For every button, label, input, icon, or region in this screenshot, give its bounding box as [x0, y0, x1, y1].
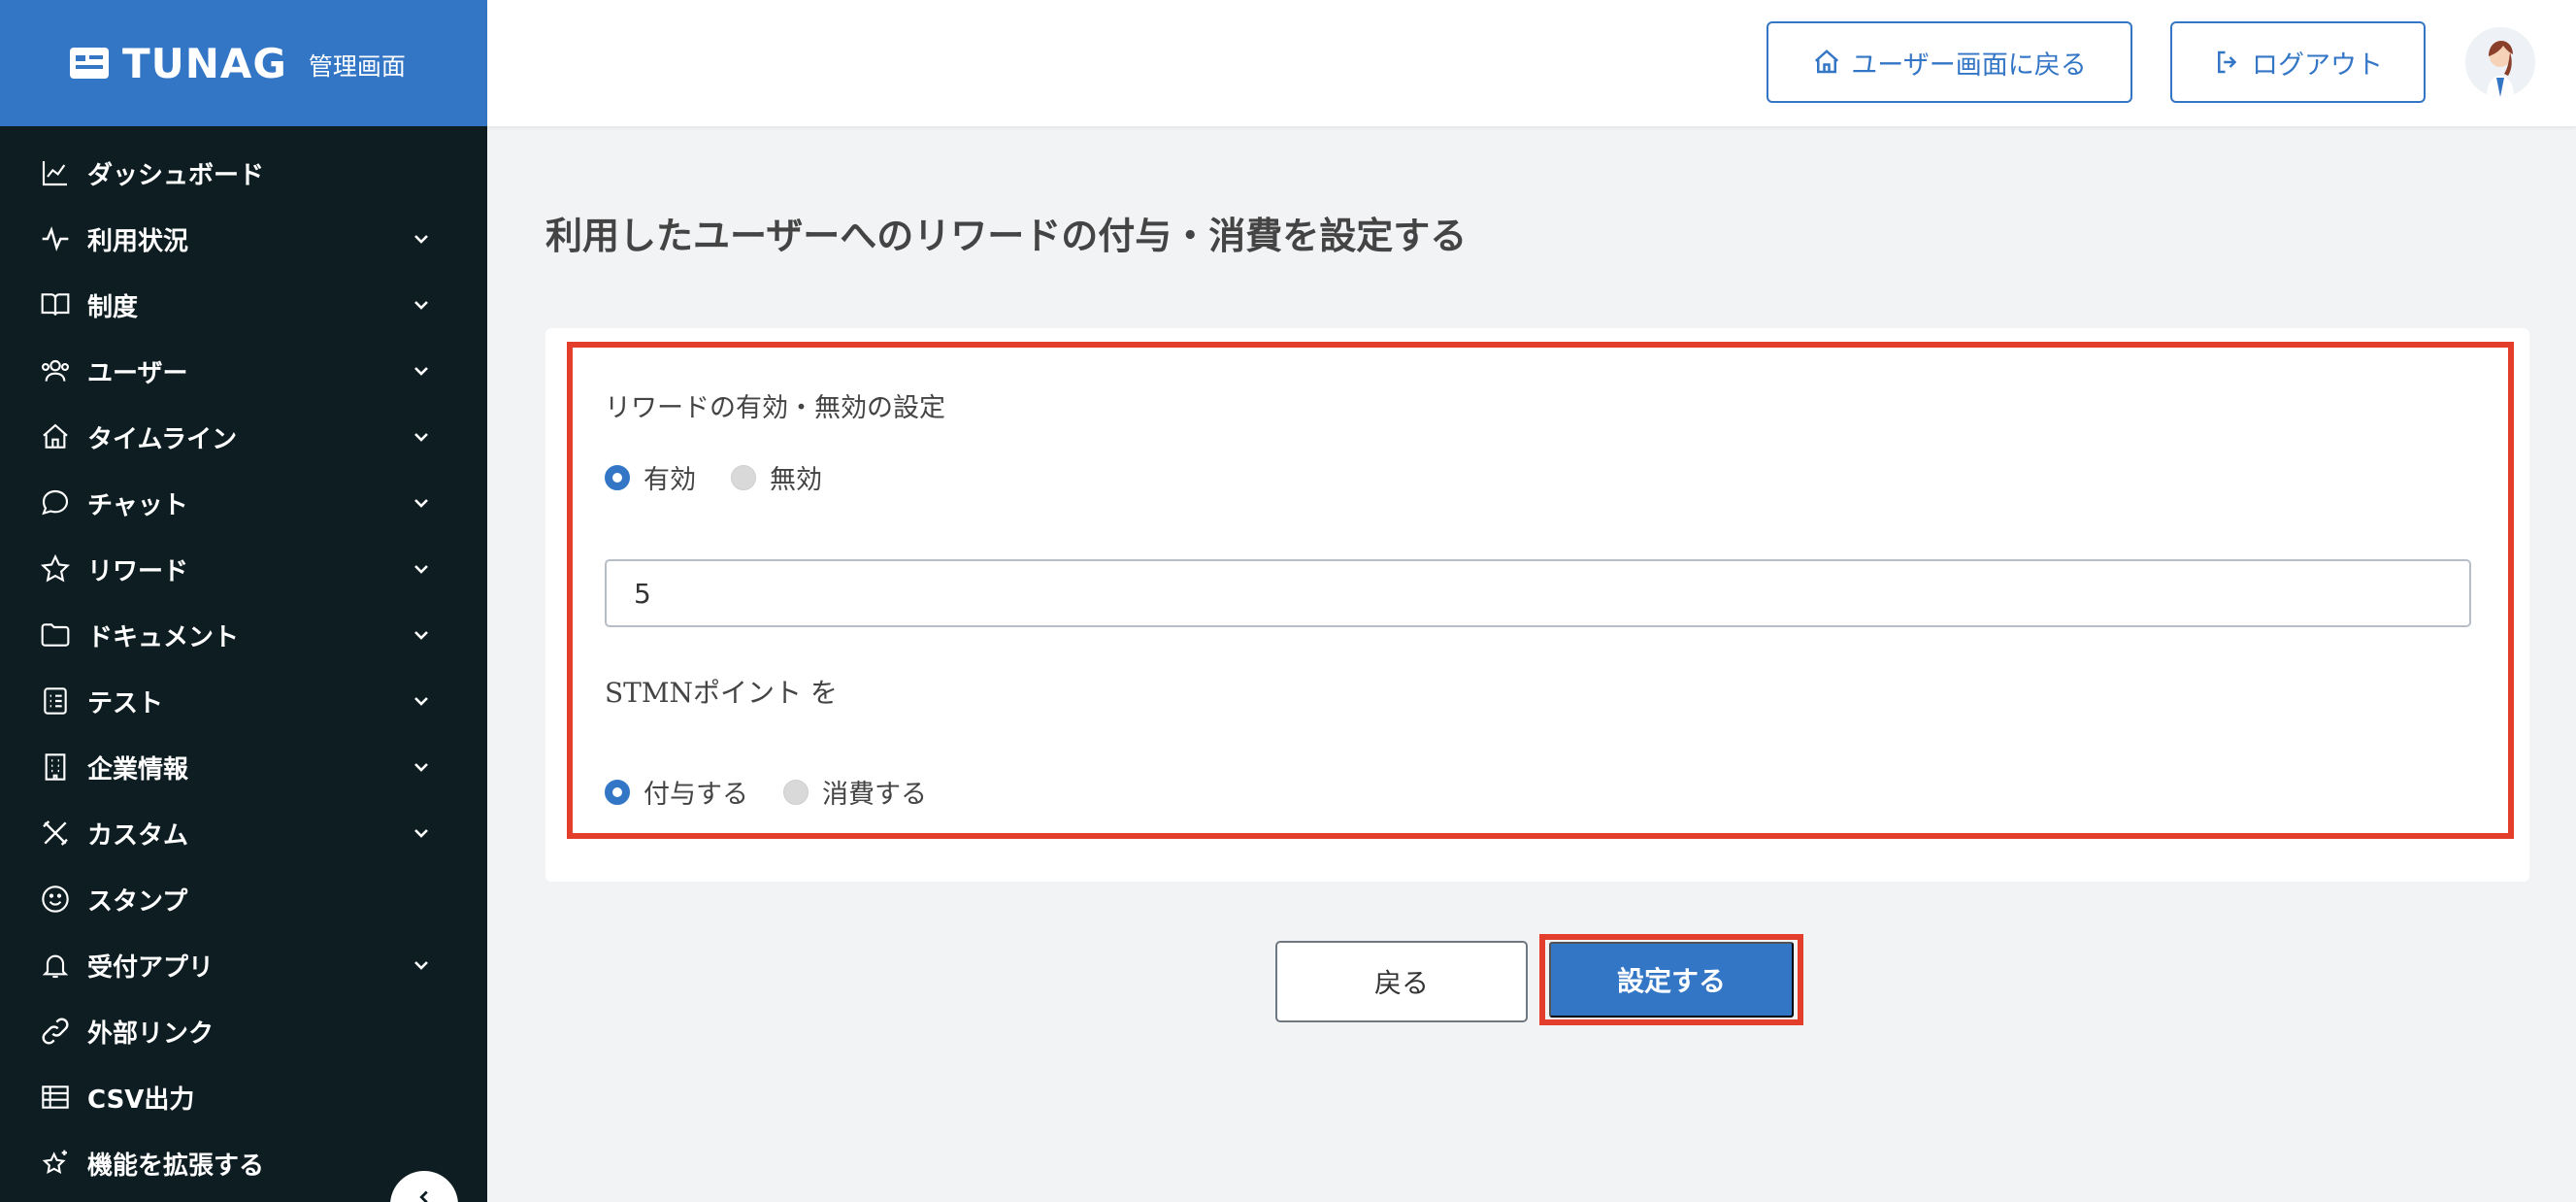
sidebar-item-stamp[interactable]: スタンプ: [0, 866, 487, 932]
radio-grant[interactable]: 付与する: [605, 773, 748, 811]
sidebar-item-label: ドキュメント: [87, 622, 240, 652]
sidebar-item-label: タイムライン: [87, 424, 238, 454]
chat-bubble-icon: [39, 486, 72, 519]
chart-line-icon: [39, 156, 72, 189]
radio-enable[interactable]: 有効: [605, 458, 696, 496]
sidebar-item-test[interactable]: テスト: [0, 668, 487, 734]
chevron-down-icon: [414, 499, 428, 508]
radio-consume[interactable]: 消費する: [783, 773, 927, 811]
bell-icon: [39, 949, 72, 982]
action-radio-group: 付与する 消費する: [605, 773, 962, 811]
folder-icon: [39, 618, 72, 651]
activity-icon: [39, 222, 72, 255]
brand-header[interactable]: TUNAG 管理画面: [0, 0, 487, 126]
sidebar-item-chat[interactable]: チャット: [0, 470, 487, 536]
sidebar-item-reward[interactable]: リワード: [0, 536, 487, 602]
radio-enable-indicator[interactable]: [605, 464, 630, 490]
sidebar-item-csv[interactable]: CSV出力: [0, 1064, 487, 1130]
home-icon: [39, 420, 72, 453]
home-icon: [1815, 50, 1839, 74]
sidebar-item-dashboard[interactable]: ダッシュボード: [0, 140, 487, 206]
chevron-down-icon: [414, 961, 428, 970]
building-icon: [39, 751, 72, 784]
radio-grant-indicator[interactable]: [605, 779, 630, 805]
radio-consume-label: 消費する: [822, 780, 927, 810]
chevron-down-icon: [414, 301, 428, 310]
point-unit-label: STMNポイント を: [605, 677, 838, 709]
radio-consume-indicator[interactable]: [783, 779, 809, 805]
sidebar-item-label: 外部リンク: [87, 1018, 215, 1049]
logout-button[interactable]: ログアウト: [2170, 21, 2426, 103]
sidebar-item-timeline[interactable]: タイムライン: [0, 404, 487, 470]
sidebar-item-label: 機能を拡張する: [87, 1151, 265, 1181]
sparkle-star-icon: [39, 1147, 72, 1180]
sidebar-item-label: 制度: [87, 292, 139, 322]
chevron-down-icon: [414, 829, 428, 838]
chevron-down-icon: [414, 763, 428, 772]
logout-label: ログアウト: [2252, 50, 2383, 80]
tools-icon: [39, 817, 72, 850]
user-avatar-illustration-icon: [2465, 27, 2535, 97]
radio-disable-indicator[interactable]: [731, 464, 756, 490]
sidebar-item-label: 企業情報: [87, 754, 189, 785]
radio-enable-label: 有効: [644, 465, 696, 495]
sidebar-item-label: 受付アプリ: [87, 952, 215, 983]
chevron-down-icon: [414, 631, 428, 640]
sidebar-item-label: ダッシュボード: [87, 160, 265, 190]
chevron-down-icon: [414, 697, 428, 706]
admin-label: 管理画面: [308, 52, 406, 81]
sidebar-item-label: チャット: [87, 490, 188, 520]
logout-icon: [2218, 50, 2237, 74]
sidebar-item-company[interactable]: 企業情報: [0, 734, 487, 800]
radio-grant-label: 付与する: [644, 780, 748, 810]
sidebar: TUNAG 管理画面 ダッシュボード 利用状況 制度 ユーザー タイムライン チ…: [0, 0, 487, 1202]
book-icon: [39, 288, 72, 321]
star-icon: [39, 552, 72, 585]
users-icon: [39, 354, 72, 387]
sidebar-item-label: スタンプ: [87, 886, 188, 917]
logo-text: TUNAG: [122, 39, 287, 87]
chevron-down-icon: [414, 433, 428, 442]
checklist-icon: [39, 684, 72, 718]
tunag-logo-icon: [70, 48, 109, 79]
sidebar-item-external-link[interactable]: 外部リンク: [0, 998, 487, 1064]
sidebar-item-users[interactable]: ユーザー: [0, 338, 487, 404]
point-amount-input[interactable]: [605, 559, 2471, 627]
sidebar-item-label: 利用状況: [87, 226, 189, 256]
chevron-down-icon: [414, 367, 428, 376]
sidebar-item-label: リワード: [87, 556, 189, 586]
sidebar-item-usage[interactable]: 利用状況: [0, 206, 487, 272]
table-icon: [39, 1081, 72, 1114]
back-to-user-screen-button[interactable]: ユーザー画面に戻る: [1767, 21, 2132, 103]
link-icon: [39, 1015, 72, 1048]
submit-button[interactable]: 設定する: [1549, 942, 1794, 1018]
sidebar-item-label: テスト: [87, 688, 164, 718]
top-header: ユーザー画面に戻る ログアウト: [487, 0, 2576, 126]
chevron-down-icon: [414, 235, 428, 244]
avatar[interactable]: [2465, 27, 2535, 97]
sidebar-item-label: CSV出力: [87, 1085, 195, 1115]
sidebar-nav: ダッシュボード 利用状況 制度 ユーザー タイムライン チャット リワード ドキ…: [0, 126, 487, 1196]
sidebar-item-system[interactable]: 制度: [0, 272, 487, 338]
chevron-left-icon: [419, 1190, 428, 1202]
smile-icon: [39, 883, 72, 916]
radio-disable-label: 無効: [770, 465, 822, 495]
sidebar-item-label: カスタム: [87, 820, 189, 851]
enable-radio-group: 有効 無効: [605, 458, 857, 496]
sidebar-item-label: ユーザー: [87, 358, 188, 388]
chevron-down-icon: [414, 565, 428, 574]
sidebar-item-document[interactable]: ドキュメント: [0, 602, 487, 668]
back-to-user-screen-label: ユーザー画面に戻る: [1851, 50, 2087, 80]
reward-setting-label: リワードの有効・無効の設定: [605, 393, 945, 423]
sidebar-item-custom[interactable]: カスタム: [0, 800, 487, 866]
page-title: 利用したユーザーへのリワードの付与・消費を設定する: [545, 215, 1468, 257]
sidebar-item-reception[interactable]: 受付アプリ: [0, 932, 487, 998]
radio-disable[interactable]: 無効: [731, 458, 822, 496]
back-button[interactable]: 戻る: [1275, 941, 1528, 1022]
